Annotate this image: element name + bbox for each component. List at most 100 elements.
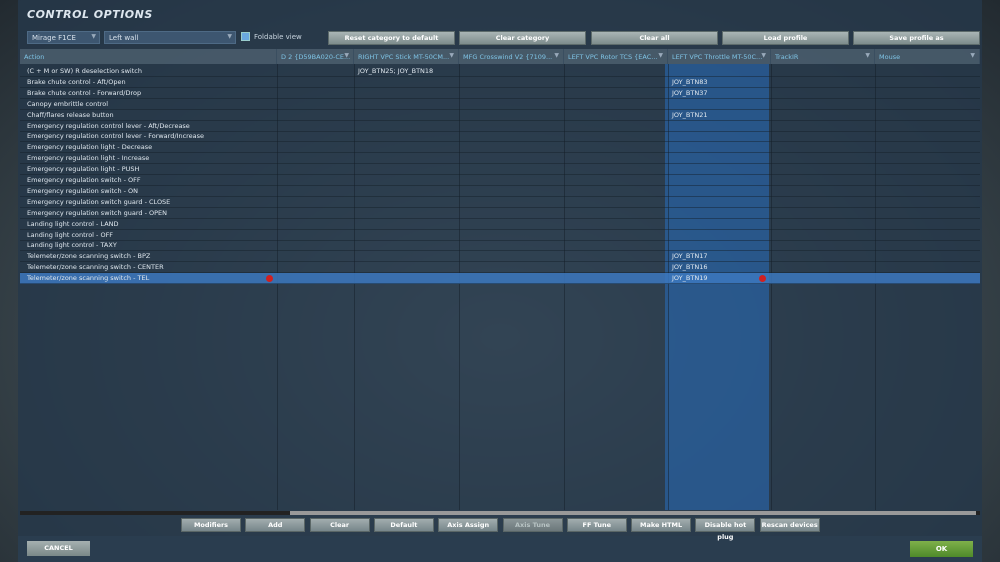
action-cell: Telemeter/zone scanning switch - BPZ [27,252,151,261]
table-row[interactable]: Emergency regulation switch guard - CLOS… [20,197,980,208]
action-cell: Telemeter/zone scanning switch - CENTER [27,263,164,272]
table-row[interactable]: Emergency regulation control lever - For… [20,131,980,143]
bottom-button-1[interactable]: Add [245,518,306,532]
chevron-down-icon: ▼ [761,52,766,59]
binding-cell[interactable]: JOY_BTN25; JOY_BTN18 [358,67,433,75]
top-button-3[interactable]: Load profile [722,31,849,45]
aircraft-select-value: Mirage F1CE [32,34,76,42]
action-cell: Emergency regulation control lever - For… [27,132,205,141]
bottom-button-4[interactable]: Axis Assign [438,518,499,532]
top-button-2[interactable]: Clear all [591,31,718,45]
chevron-down-icon: ▼ [554,52,559,59]
column-header-label: LEFT VPC Throttle MT-50C... [672,53,763,61]
binding-cell[interactable]: JOY_BTN17 [672,252,707,260]
binding-cell[interactable]: JOY_BTN19 [672,274,707,282]
chevron-down-icon: ▼ [658,52,663,59]
conflict-dot-icon [759,275,766,283]
bottom-button-7[interactable]: Make HTML [631,518,692,532]
binding-cell[interactable]: JOY_BTN16 [672,263,707,271]
action-cell: Chaff/flares release button [27,110,114,119]
column-header-2[interactable]: RIGHT VPC Stick MT-50CM... ▼ [354,49,459,64]
action-cell: Emergency regulation switch guard - OPEN [27,208,168,217]
chevron-down-icon: ▼ [449,52,454,59]
ok-button[interactable]: OK [910,541,973,557]
action-cell: Telemeter/zone scanning switch - TEL [27,274,150,283]
table-header: Action D 2 {D59BA020-CE... ▼ RIGHT VPC Stic… [20,49,980,64]
table-row[interactable]: Telemeter/zone scanning switch - CENTER … [20,262,980,274]
table-row[interactable]: Landing light control - TAXY [20,240,980,252]
action-cell: Emergency regulation switch guard - CLOS… [27,197,171,206]
page-title: CONTROL OPTIONS [27,8,153,21]
action-cell: Emergency regulation light - PUSH [27,165,140,174]
table-row[interactable]: Telemeter/zone scanning switch - BPZ JOY… [20,251,980,263]
table-row[interactable]: Emergency regulation light - PUSH [20,164,980,176]
column-header-5[interactable]: LEFT VPC Throttle MT-50C... ▼ [668,49,771,64]
action-cell: (C + M or SW) R deselection switch [27,67,142,75]
column-header-label: TrackIR [775,53,799,61]
column-header-label: Mouse [879,53,901,61]
bottom-button-0[interactable]: Modifiers [181,518,241,532]
table-row[interactable]: Emergency regulation switch guard - OPEN [20,208,980,219]
binding-cell[interactable]: JOY_BTN21 [672,111,707,119]
table-row[interactable]: (C + M or SW) R deselection switch JOY_B… [20,66,980,77]
table-row[interactable]: Brake chute control - Aft/Open JOY_BTN83 [20,77,980,88]
table-row[interactable]: Landing light control - OFF [20,230,980,241]
column-header-3[interactable]: MFG Crosswind V2 {7109... ▼ [459,49,564,64]
action-cell: Emergency regulation light - Decrease [27,143,153,152]
table-row[interactable]: Brake chute control - Forward/Drop JOY_B… [20,88,980,99]
table-row[interactable]: Emergency regulation light - Decrease [20,142,980,154]
conflict-dot-icon [266,275,273,283]
action-cell: Emergency regulation control lever - Aft… [27,121,190,130]
table-row[interactable]: Canopy embrittle control [20,99,980,110]
bottom-button-6[interactable]: FF Tune [566,518,627,532]
column-header-label: RIGHT VPC Stick MT-50CM... [358,53,450,61]
action-cell: Emergency regulation light - Increase [27,154,150,163]
table-row[interactable]: Chaff/flares release button JOY_BTN21 [20,110,980,121]
chevron-down-icon: ▼ [970,52,975,59]
table-row[interactable]: Emergency regulation control lever - Aft… [20,121,980,132]
bottom-button-2[interactable]: Clear [309,518,370,532]
scrollbar-thumb[interactable] [290,511,976,515]
chevron-down-icon: ▼ [91,33,96,40]
table-row[interactable]: Emergency regulation light - Increase [20,153,980,165]
action-cell: Canopy embrittle control [27,99,109,108]
column-header-1[interactable]: D 2 {D59BA020-CE... ▼ [277,49,354,64]
foldable-view-label: Foldable view [254,33,302,41]
binding-cell[interactable]: JOY_BTN83 [672,78,707,86]
top-button-1[interactable]: Clear category [459,31,586,45]
action-cell: Emergency regulation switch - OFF [27,176,141,184]
foldable-view-checkbox[interactable] [241,32,250,41]
column-header-label: Action [24,53,45,61]
bottom-button-8[interactable]: Disable hot plug [695,518,756,541]
table-row[interactable]: Telemeter/zone scanning switch - TEL JOY… [20,273,980,285]
action-cell: Emergency regulation switch - ON [27,186,139,195]
action-cell: Landing light control - TAXY [27,241,117,250]
column-header-label: MFG Crosswind V2 {7109... [463,53,553,61]
chevron-down-icon: ▼ [865,52,870,59]
binding-cell[interactable]: JOY_BTN37 [672,89,707,97]
action-cell: Landing light control - LAND [27,219,119,228]
column-header-6[interactable]: TrackIR ▼ [771,49,875,64]
table-row[interactable]: Emergency regulation switch - ON [20,186,980,197]
action-cell: Landing light control - OFF [27,230,114,239]
cancel-button[interactable]: CANCEL [27,541,90,556]
category-select[interactable]: Left wall ▼ [104,31,236,44]
column-header-7[interactable]: Mouse ▼ [875,49,980,64]
horizontal-scrollbar[interactable] [20,511,980,515]
aircraft-select[interactable]: Mirage F1CE ▼ [27,31,100,44]
bottom-button-5[interactable]: Axis Tune [502,518,563,532]
column-header-4[interactable]: LEFT VPC Rotor TCS {EAC... ▼ [564,49,668,64]
category-select-value: Left wall [109,34,139,42]
table-row[interactable]: Emergency regulation switch - OFF [20,175,980,186]
column-header-label: LEFT VPC Rotor TCS {EAC... [568,53,658,61]
table-row[interactable]: Landing light control - LAND [20,219,980,230]
bottom-button-3[interactable]: Default [373,518,434,532]
top-button-0[interactable]: Reset category to default [328,31,455,45]
bottom-button-9[interactable]: Rescan devices [759,518,820,532]
column-header-label: D 2 {D59BA020-CE... [281,53,351,61]
chevron-down-icon: ▼ [344,52,349,59]
top-button-4[interactable]: Save profile as [853,31,980,45]
column-header-0[interactable]: Action [20,49,277,64]
footer-bar [18,536,982,562]
action-cell: Brake chute control - Forward/Drop [27,88,142,97]
